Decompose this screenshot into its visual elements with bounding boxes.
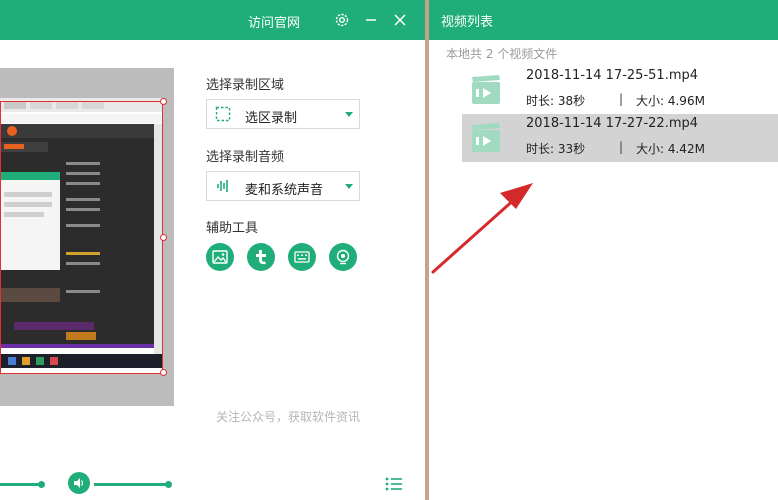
tools-label: 辅助工具	[206, 221, 259, 236]
webcam-icon	[336, 249, 350, 265]
selection-area-icon	[215, 106, 231, 122]
meta-separator: |	[619, 92, 624, 106]
image-icon	[212, 250, 228, 264]
record-audio-value: 麦和系统声音	[245, 183, 324, 198]
record-area-label: 选择录制区域	[206, 78, 285, 93]
volume-button[interactable]	[68, 472, 90, 494]
audio-wave-icon	[217, 180, 228, 192]
text-tool-button[interactable]	[247, 243, 275, 271]
video-duration: 时长: 38秒	[526, 94, 586, 108]
video-filename: 2018-11-14 17-27-22.mp4	[526, 116, 699, 131]
video-duration: 时长: 33秒	[526, 142, 586, 156]
t-letter-icon	[256, 250, 266, 265]
chevron-down-icon	[345, 184, 353, 189]
video-list-title: 视频列表	[441, 15, 494, 30]
record-audio-label: 选择录制音频	[206, 150, 285, 165]
video-file-icon	[472, 75, 500, 104]
video-size: 大小: 4.42M	[636, 142, 705, 156]
video-item-1[interactable]: 2018-11-14 17-25-51.mp4 时长: 38秒 | 大小: 4.…	[462, 66, 778, 114]
minimize-button[interactable]	[362, 11, 380, 29]
video-file-icon	[472, 123, 500, 152]
left-slider-knob[interactable]	[38, 481, 45, 488]
follow-account-note: 关注公众号，获取软件资讯	[216, 410, 361, 424]
image-tool-button[interactable]	[206, 243, 234, 271]
video-list-header: 视频列表	[429, 0, 778, 40]
video-filename: 2018-11-14 17-25-51.mp4	[526, 68, 699, 83]
record-area-dropdown[interactable]: 选区录制	[206, 99, 360, 129]
record-area-value: 选区录制	[245, 111, 298, 126]
chevron-down-icon	[345, 112, 353, 117]
volume-slider-knob[interactable]	[165, 481, 172, 488]
minimize-icon	[366, 19, 376, 21]
list-icon[interactable]	[385, 476, 403, 492]
video-count-text: 本地共 2 个视频文件	[446, 47, 558, 61]
gear-icon	[335, 13, 349, 27]
recorder-window: 访问官网 选择录制区域 选区录制 选择录制音频 麦和系统声音 辅助工具 关注公众…	[0, 0, 425, 500]
video-size: 大小: 4.96M	[636, 94, 705, 108]
camera-tool-button[interactable]	[329, 243, 357, 271]
settings-button[interactable]	[333, 11, 351, 29]
record-audio-dropdown[interactable]: 麦和系统声音	[206, 171, 360, 201]
visit-website-link[interactable]: 访问官网	[248, 12, 300, 31]
video-item-2[interactable]: 2018-11-14 17-27-22.mp4 时长: 33秒 | 大小: 4.…	[462, 114, 778, 162]
subtitle-tool-button[interactable]	[288, 243, 316, 271]
screen-thumbnail	[0, 98, 162, 374]
close-button[interactable]	[391, 11, 409, 29]
close-icon	[394, 14, 406, 26]
left-slider-track[interactable]	[0, 483, 40, 486]
speaker-icon	[74, 478, 84, 488]
video-list-panel: 视频列表 本地共 2 个视频文件 2018-11-14 17-25-51.mp4…	[429, 0, 778, 500]
volume-slider-track[interactable]	[94, 483, 166, 486]
keyboard-icon	[294, 251, 310, 263]
bottom-controls	[0, 466, 425, 500]
meta-separator: |	[619, 140, 624, 154]
